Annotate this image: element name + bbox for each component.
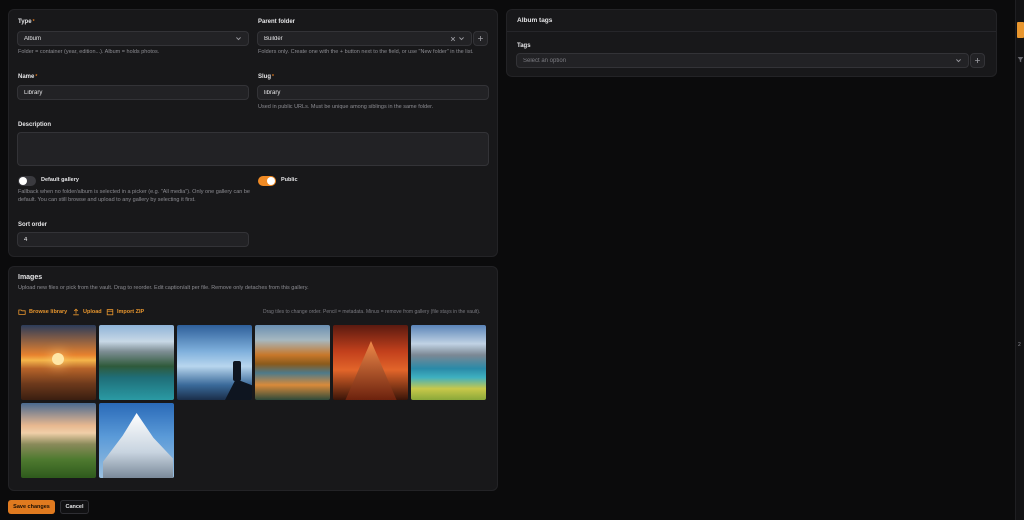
type-help: Folder = container (year, edition...). A… — [18, 49, 160, 55]
save-changes-button[interactable]: Save changes — [8, 500, 55, 514]
zip-icon — [106, 309, 114, 316]
filter-icon[interactable] — [1017, 56, 1024, 63]
parent-folder-select[interactable]: Builder — [257, 31, 472, 46]
public-label: Public — [281, 177, 298, 183]
default-gallery-label: Default gallery — [41, 177, 79, 183]
image-thumbnail-misty-hiker[interactable] — [177, 325, 252, 400]
default-gallery-help: Fallback when no folder/album is selecte… — [18, 189, 250, 203]
import-zip-button[interactable]: Import ZIP — [106, 308, 144, 316]
slug-help: Used in public URLs. Must be unique amon… — [258, 104, 434, 110]
slug-input[interactable]: library — [257, 85, 489, 100]
images-panel: Images Upload new files or pick from the… — [8, 266, 498, 491]
image-thumbnail-golden-hills[interactable] — [21, 403, 96, 478]
type-select[interactable]: Album — [17, 31, 249, 46]
scroll-thumb[interactable] — [1017, 22, 1024, 38]
sort-order-label: Sort order — [18, 222, 48, 228]
default-gallery-toggle[interactable] — [18, 176, 36, 186]
type-label: Type* — [18, 19, 35, 25]
gallery-details-panel: Type* Album Folder = container (year, ed… — [8, 9, 498, 257]
page-scrollbar[interactable]: 2 — [1015, 0, 1024, 520]
name-label: Name* — [18, 74, 38, 80]
album-tags-title: Album tags — [517, 17, 553, 24]
image-thumbnail-sunset-valley[interactable] — [21, 325, 96, 400]
album-tags-divider — [507, 31, 996, 32]
upload-icon — [73, 308, 79, 316]
parent-folder-help: Folders only. Create one with the + butt… — [258, 49, 474, 55]
type-select-value: Album — [24, 35, 42, 42]
images-title: Images — [18, 274, 43, 281]
parent-folder-label: Parent folder — [258, 19, 296, 25]
chevron-down-icon — [457, 35, 465, 43]
name-input[interactable]: Library — [17, 85, 249, 100]
upload-button[interactable]: Upload — [72, 308, 102, 316]
images-subtitle: Upload new files or pick from the vault.… — [18, 285, 309, 291]
images-reorder-hint: Drag tiles to change order. Pencil = met… — [263, 309, 481, 315]
parent-folder-value: Builder — [264, 35, 283, 42]
plus-icon — [975, 58, 980, 63]
public-toggle[interactable] — [258, 176, 276, 186]
chevron-down-icon — [234, 35, 242, 43]
add-folder-button[interactable] — [473, 31, 488, 46]
tags-placeholder: Select an option — [523, 57, 567, 64]
tags-select[interactable]: Select an option — [516, 53, 969, 68]
browse-library-button[interactable]: Browse library — [18, 308, 67, 316]
folder-icon — [18, 309, 26, 315]
image-thumbnail-autumn-lake[interactable] — [255, 325, 330, 400]
add-tag-button[interactable] — [970, 53, 985, 68]
scroll-marker: 2 — [1018, 342, 1021, 348]
tags-label: Tags — [517, 43, 531, 49]
clear-icon[interactable] — [449, 35, 457, 43]
chevron-down-icon — [954, 57, 962, 65]
slug-label: Slug* — [258, 74, 274, 80]
image-thumbnail-red-peak[interactable] — [333, 325, 408, 400]
sort-order-input[interactable]: 4 — [17, 232, 249, 247]
image-thumbnail-alpine-lake[interactable] — [99, 325, 174, 400]
album-tags-panel: Album tags Tags Select an option — [506, 9, 997, 77]
image-thumbnail-lake-village[interactable] — [411, 325, 486, 400]
image-thumbnail-snow-peak[interactable] — [99, 403, 174, 478]
description-textarea[interactable] — [17, 132, 489, 166]
plus-icon — [478, 36, 483, 41]
description-label: Description — [18, 122, 52, 128]
cancel-button[interactable]: Cancel — [60, 500, 89, 514]
